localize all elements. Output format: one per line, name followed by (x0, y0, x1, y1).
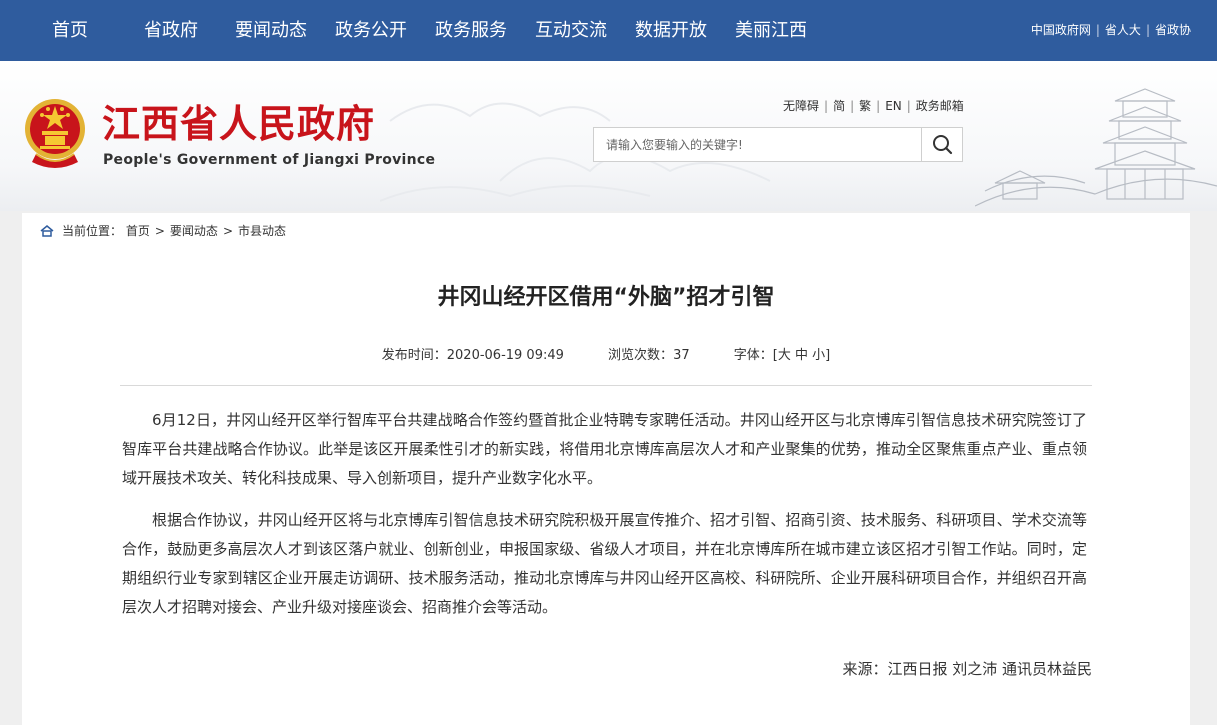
site-subtitle: People's Government of Jiangxi Province (103, 152, 436, 168)
breadcrumb-separator: > (222, 224, 233, 238)
breadcrumb-city-county-news[interactable]: 市县动态 (238, 224, 286, 238)
site-header: 江西省人民政府 People's Government of Jiangxi P… (0, 61, 1217, 211)
view-count-value: 37 (673, 348, 690, 363)
publish-time-value: 2020-06-19 09:49 (446, 348, 564, 363)
link-traditional[interactable]: 繁 (859, 99, 871, 113)
link-provincial-congress[interactable]: 省人大 (1105, 23, 1141, 37)
publish-time: 发布时间：2020-06-19 09:49 (382, 348, 564, 363)
breadcrumb: 当前位置： 首页 > 要闻动态 > 市县动态 (40, 222, 286, 240)
breadcrumb-separator: > (154, 224, 165, 238)
nav-item-news[interactable]: 要闻动态 (235, 0, 307, 61)
search-button[interactable] (921, 128, 962, 161)
home-icon (40, 225, 54, 237)
quick-links: 中国政府网 | 省人大 | 省政协 (1031, 0, 1191, 61)
divider (120, 385, 1092, 386)
separator: | (906, 99, 911, 113)
separator: | (850, 99, 855, 113)
view-count: 浏览次数：37 (608, 348, 690, 363)
link-gov-email[interactable]: 政务邮箱 (916, 99, 964, 113)
article-source: 来源：江西日报 刘之沛 通讯员林益民 (842, 660, 1092, 678)
national-emblem-icon (25, 99, 85, 168)
separator: | (876, 99, 881, 113)
search-input[interactable] (594, 128, 922, 161)
nav-item-gov-affairs-open[interactable]: 政务公开 (335, 0, 407, 61)
nav-item-beautiful-jiangxi[interactable]: 美丽江西 (735, 0, 807, 61)
article-title: 井冈山经开区借用“外脑”招才引智 (437, 285, 775, 310)
separator: | (824, 99, 829, 113)
article-paragraph: 6月12日，井冈山经开区举行智库平台共建战略合作签约暨首批企业特聘专家聘任活动。… (122, 411, 1087, 487)
nav-item-provincial-gov[interactable]: 省政府 (144, 0, 198, 61)
font-size-small[interactable]: 小 (812, 348, 825, 363)
site-title: 江西省人民政府 (102, 101, 376, 146)
article-body: 6月12日，井冈山经开区举行智库平台共建战略合作签约暨首批企业特聘专家聘任活动。… (122, 406, 1087, 635)
font-size-large[interactable]: 大 (778, 348, 791, 363)
link-english[interactable]: EN (885, 99, 902, 113)
link-central-gov[interactable]: 中国政府网 (1031, 23, 1091, 37)
font-size-medium[interactable]: 中 (795, 348, 808, 363)
breadcrumb-news[interactable]: 要闻动态 (170, 224, 218, 238)
search-box (593, 127, 963, 162)
separator: | (1095, 23, 1100, 37)
breadcrumb-home[interactable]: 首页 (126, 224, 150, 238)
main-content: 当前位置： 首页 > 要闻动态 > 市县动态 井冈山经开区借用“外脑”招才引智 发布时间… (22, 213, 1190, 725)
separator: | (1145, 23, 1150, 37)
link-simplified[interactable]: 简 (833, 99, 845, 113)
article-paragraph: 根据合作协议，井冈山经开区将与北京博库引智信息技术研究院积极开展宣传推介、招才引… (122, 511, 1087, 616)
link-accessibility[interactable]: 无障碍 (783, 99, 819, 113)
header-tools: 无障碍 | 简 | 繁 | EN | 政务邮箱 (783, 97, 964, 114)
font-size-label: 字体： (733, 348, 773, 363)
link-provincial-cppcc[interactable]: 省政协 (1155, 23, 1191, 37)
nav-item-interaction[interactable]: 互动交流 (535, 0, 607, 61)
article-meta: 发布时间：2020-06-19 09:49 浏览次数：37 字体：[大 中 小] (22, 344, 1190, 363)
nav-item-open-data[interactable]: 数据开放 (635, 0, 707, 61)
pavilion-icon (975, 88, 1217, 207)
font-size-control: 字体：[大 中 小] (734, 348, 831, 363)
bracket: ] (825, 348, 831, 363)
view-count-label: 浏览次数： (608, 348, 674, 363)
publish-time-label: 发布时间： (381, 348, 447, 363)
search-icon (933, 135, 953, 155)
nav-item-gov-services[interactable]: 政务服务 (435, 0, 507, 61)
top-nav-bar: 首页 省政府 要闻动态 政务公开 政务服务 互动交流 数据开放 美丽江西 中国政… (0, 0, 1217, 61)
nav-item-home[interactable]: 首页 (52, 0, 88, 61)
breadcrumb-prefix: 当前位置： (62, 224, 123, 238)
